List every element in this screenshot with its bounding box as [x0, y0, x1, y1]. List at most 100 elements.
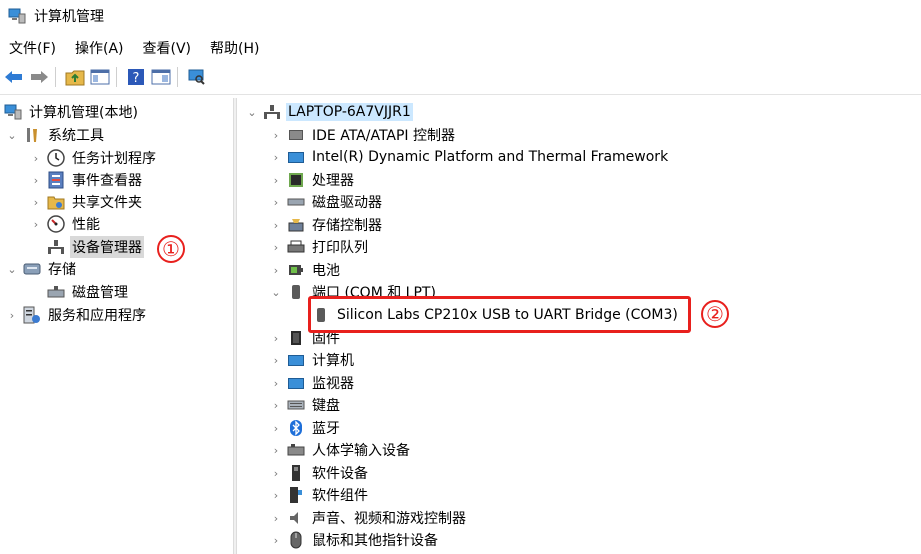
device-category-processor[interactable]: › 处理器	[269, 169, 356, 191]
tree-item-services-apps[interactable]: › 服务和应用程序	[5, 304, 148, 326]
category-label: Intel(R) Dynamic Platform and Thermal Fr…	[312, 149, 669, 165]
chevron-right-icon[interactable]: ›	[269, 146, 283, 168]
chevron-right-icon[interactable]: ›	[269, 169, 283, 191]
chevron-right-icon[interactable]: ›	[269, 191, 283, 213]
tools-icon	[23, 126, 41, 144]
device-category-battery[interactable]: › 电池	[269, 259, 342, 281]
chevron-right-icon[interactable]: ›	[269, 439, 283, 461]
computer-network-icon	[263, 103, 281, 121]
chevron-right-icon[interactable]: ›	[269, 236, 283, 258]
help-icon[interactable]: ?	[125, 66, 147, 88]
forward-arrow-icon[interactable]	[28, 66, 50, 88]
tree-label: 计算机管理(本地)	[29, 105, 138, 121]
speaker-icon	[287, 509, 305, 527]
disk-drive-icon	[287, 193, 305, 211]
chevron-right-icon[interactable]: ›	[269, 349, 283, 371]
chevron-right-icon[interactable]: ›	[5, 304, 19, 326]
show-hide-tree-icon[interactable]	[89, 66, 111, 88]
category-label: 蓝牙	[312, 421, 340, 437]
menu-action[interactable]: 操作(A)	[66, 38, 134, 58]
category-label: 电池	[312, 263, 340, 279]
menu-file[interactable]: 文件(F)	[0, 38, 66, 58]
computer-management-icon	[8, 8, 26, 24]
scan-hardware-icon[interactable]	[186, 66, 208, 88]
chevron-right-icon[interactable]: ›	[269, 259, 283, 281]
tree-label: 服务和应用程序	[48, 308, 146, 324]
tree-item-task-scheduler[interactable]: › 任务计划程序	[29, 147, 158, 169]
keyboard-icon	[287, 396, 305, 414]
tree-label: 设备管理器	[70, 236, 144, 258]
device-category-keyboards[interactable]: › 键盘	[269, 394, 342, 416]
tree-label: 存储	[48, 262, 76, 278]
tree-label: 性能	[72, 217, 100, 233]
device-category-bluetooth[interactable]: › 蓝牙	[269, 417, 342, 439]
chevron-down-icon[interactable]: ⌄	[5, 258, 19, 280]
console-tree-pane: 计算机管理(本地) ⌄ 系统工具 › 任务计划程序 › 事件查看器 › 共享文件…	[0, 98, 233, 554]
chevron-right-icon[interactable]: ›	[29, 169, 43, 191]
tree-label: 事件查看器	[72, 173, 142, 189]
chevron-right-icon[interactable]: ›	[269, 124, 283, 146]
category-label: 声音、视频和游戏控制器	[312, 511, 466, 527]
chevron-right-icon[interactable]: ›	[269, 507, 283, 529]
device-tree-root[interactable]: ⌄ LAPTOP-6A7VJJR1	[245, 101, 413, 123]
tree-item-root[interactable]: 计算机管理(本地)	[2, 101, 140, 123]
tree-label: 磁盘管理	[72, 285, 128, 301]
chevron-right-icon[interactable]: ›	[269, 372, 283, 394]
category-label: IDE ATA/ATAPI 控制器	[312, 128, 456, 144]
chevron-down-icon[interactable]: ⌄	[245, 101, 259, 123]
chevron-right-icon[interactable]: ›	[29, 147, 43, 169]
properties-pane-icon[interactable]	[150, 66, 172, 88]
device-category-storage-controllers[interactable]: › 存储控制器	[269, 214, 384, 236]
chevron-right-icon[interactable]: ›	[269, 214, 283, 236]
mouse-icon	[287, 531, 305, 549]
device-category-intel-dptf[interactable]: › Intel(R) Dynamic Platform and Thermal …	[269, 146, 670, 168]
performance-gauge-icon	[47, 215, 65, 233]
device-category-disk-drives[interactable]: › 磁盘驱动器	[269, 191, 384, 213]
menu-view[interactable]: 查看(V)	[134, 38, 202, 58]
event-log-icon	[47, 171, 65, 189]
device-category-monitors[interactable]: › 监视器	[269, 372, 356, 394]
annotation-highlight-box	[308, 296, 691, 333]
device-category-software-components[interactable]: › 软件组件	[269, 484, 370, 506]
device-category-sound[interactable]: › 声音、视频和游戏控制器	[269, 507, 468, 529]
chevron-right-icon[interactable]: ›	[29, 213, 43, 235]
software-device-icon	[287, 464, 305, 482]
chevron-right-icon[interactable]: ›	[269, 484, 283, 506]
tree-item-event-viewer[interactable]: › 事件查看器	[29, 169, 144, 191]
port-connector-icon	[287, 283, 305, 301]
menu-help[interactable]: 帮助(H)	[201, 38, 269, 58]
tree-label: 系统工具	[48, 128, 104, 144]
computer-management-icon	[4, 103, 22, 121]
device-category-mice[interactable]: › 鼠标和其他指针设备	[269, 529, 440, 551]
tree-item-device-manager[interactable]: 设备管理器	[29, 236, 144, 258]
category-label: 磁盘驱动器	[312, 195, 382, 211]
tree-label: 共享文件夹	[72, 195, 142, 211]
device-category-hid[interactable]: › 人体学输入设备	[269, 439, 412, 461]
back-arrow-icon[interactable]	[3, 66, 25, 88]
toolbar: ?	[0, 64, 921, 90]
shared-folder-icon	[47, 193, 65, 211]
category-label: 存储控制器	[312, 218, 382, 234]
chevron-down-icon[interactable]: ⌄	[269, 281, 283, 303]
tree-item-storage[interactable]: ⌄ 存储	[5, 258, 78, 280]
tree-item-shared-folders[interactable]: › 共享文件夹	[29, 191, 144, 213]
chevron-right-icon[interactable]: ›	[29, 191, 43, 213]
disk-management-icon	[47, 283, 65, 301]
device-category-software-devices[interactable]: › 软件设备	[269, 462, 370, 484]
chevron-right-icon[interactable]: ›	[269, 327, 283, 349]
chevron-right-icon[interactable]: ›	[269, 529, 283, 551]
annotation-marker-2: ②	[701, 300, 729, 328]
tree-item-performance[interactable]: › 性能	[29, 213, 102, 235]
tree-item-disk-management[interactable]: 磁盘管理	[29, 281, 130, 303]
chevron-right-icon[interactable]: ›	[269, 417, 283, 439]
up-folder-icon[interactable]	[64, 66, 86, 88]
device-category-computer[interactable]: › 计算机	[269, 349, 356, 371]
tree-item-system-tools[interactable]: ⌄ 系统工具	[5, 124, 106, 146]
chevron-down-icon[interactable]: ⌄	[5, 124, 19, 146]
monitor-icon	[287, 351, 305, 369]
chevron-right-icon[interactable]: ›	[269, 394, 283, 416]
device-category-ide[interactable]: › IDE ATA/ATAPI 控制器	[269, 124, 457, 146]
chevron-right-icon[interactable]: ›	[269, 462, 283, 484]
device-category-print-queues[interactable]: › 打印队列	[269, 236, 370, 258]
tree-label: 任务计划程序	[72, 151, 156, 167]
